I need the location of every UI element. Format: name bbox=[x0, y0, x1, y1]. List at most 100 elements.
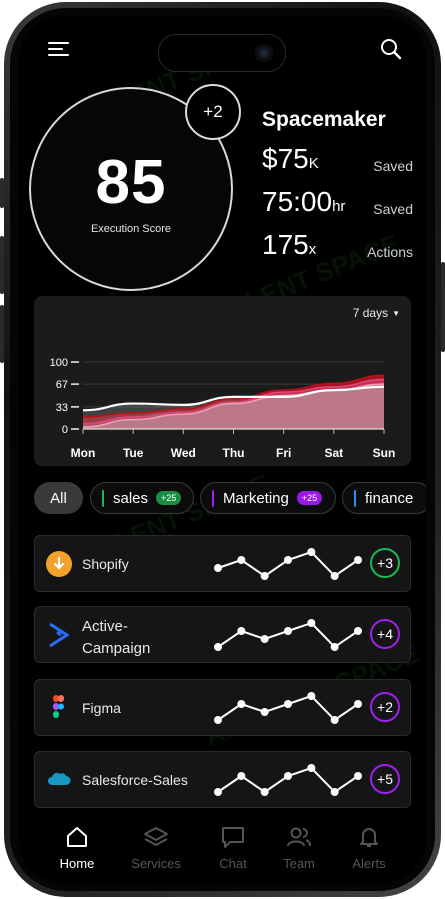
filter-chip-sales[interactable]: sales +25 bbox=[90, 482, 194, 514]
filter-chip-finance[interactable]: finance bbox=[342, 482, 426, 514]
tab-services[interactable]: Services bbox=[126, 824, 186, 871]
sparkline-point bbox=[330, 572, 339, 580]
integration-row-figma[interactable]: Figma +2 bbox=[34, 679, 411, 736]
metric-unit: hr bbox=[332, 198, 346, 215]
sparkline-point bbox=[260, 572, 269, 580]
metric-value: 75:00 bbox=[262, 186, 333, 217]
shopify-icon bbox=[46, 551, 72, 577]
execution-score-label: Execution Score bbox=[90, 223, 172, 235]
integration-name: Active- Campaign bbox=[82, 616, 150, 660]
chat-icon bbox=[222, 827, 244, 848]
sparkline-point bbox=[307, 764, 316, 772]
filter-chip-all[interactable]: All bbox=[34, 482, 83, 514]
metric-label: Actions bbox=[367, 244, 413, 260]
app-screen: AI TALENT SPACE AI TALENT SPACE AI TALEN… bbox=[19, 16, 426, 883]
sparkline-point bbox=[214, 643, 222, 651]
tab-chat[interactable]: Chat bbox=[203, 824, 263, 871]
integration-count-badge: +3 bbox=[370, 548, 400, 578]
sparkline-point bbox=[330, 716, 339, 724]
x-tick-label: Fri bbox=[276, 446, 291, 460]
power-button bbox=[441, 262, 445, 352]
integration-row-activecampaign[interactable]: Active- Campaign +4 bbox=[34, 606, 411, 663]
hamburger-menu-icon[interactable] bbox=[43, 34, 73, 64]
x-tick-label: Tue bbox=[123, 446, 144, 460]
sparkline-point bbox=[237, 700, 246, 708]
team-icon bbox=[287, 827, 311, 847]
sparkline-point bbox=[307, 692, 316, 700]
score-delta-badge: +2 bbox=[185, 84, 241, 140]
bottom-tab-bar: Home Services Chat Team Alerts bbox=[19, 816, 426, 883]
sparkline-point bbox=[330, 643, 339, 651]
layers-icon bbox=[144, 827, 168, 847]
sparkline-point bbox=[354, 700, 362, 708]
tab-label: Services bbox=[131, 856, 181, 871]
sparkline-point bbox=[354, 556, 362, 564]
sparkline-point bbox=[330, 788, 339, 796]
integration-row-shopify[interactable]: Shopify +3 bbox=[34, 535, 411, 592]
front-camera bbox=[255, 44, 273, 62]
chip-color-bar bbox=[212, 489, 214, 507]
sparkline-point bbox=[237, 556, 246, 564]
x-tick-label: Thu bbox=[223, 446, 245, 460]
brand-name: Spacemaker bbox=[262, 108, 386, 131]
integration-count-badge: +5 bbox=[370, 764, 400, 794]
sparkline-point bbox=[214, 716, 222, 724]
sparkline-point bbox=[307, 548, 316, 556]
chip-color-bar bbox=[354, 489, 356, 507]
filter-chip-label: sales bbox=[113, 489, 149, 507]
integration-name-line2: Campaign bbox=[82, 640, 151, 657]
filter-chip-count: +25 bbox=[296, 491, 323, 505]
filter-chip-label: All bbox=[50, 489, 67, 507]
integration-count-badge: +4 bbox=[370, 619, 400, 649]
activity-chart-card: 7 days ▼ 100 67 33 0 Mon Tue Wed Thu Fri Sat Sun bbox=[34, 296, 411, 466]
silent-switch bbox=[0, 178, 4, 208]
x-tick-label: Wed bbox=[171, 446, 196, 460]
metric-actions: 175x bbox=[262, 229, 316, 261]
integration-row-salesforce[interactable]: Salesforce-Sales +5 bbox=[34, 751, 411, 808]
sparkline-point bbox=[214, 564, 222, 572]
integration-name: Salesforce-Sales bbox=[82, 772, 188, 788]
search-icon[interactable] bbox=[376, 34, 406, 64]
trend-sparkline bbox=[214, 764, 362, 796]
activecampaign-icon bbox=[49, 622, 70, 648]
tab-label: Alerts bbox=[352, 856, 386, 871]
integration-count-badge: +2 bbox=[370, 692, 400, 722]
trend-sparkline bbox=[214, 548, 362, 580]
filter-chip-label: Marketing bbox=[223, 489, 289, 507]
trend-sparkline bbox=[214, 619, 362, 651]
y-tick-label: 100 bbox=[50, 357, 68, 369]
y-tick-label: 67 bbox=[56, 379, 68, 391]
figma-icon bbox=[53, 695, 64, 718]
tab-home[interactable]: Home bbox=[47, 824, 107, 871]
dynamic-island bbox=[158, 34, 286, 72]
sparkline-point bbox=[307, 619, 316, 627]
trend-sparkline bbox=[214, 692, 362, 724]
metric-unit: x bbox=[308, 241, 317, 258]
metric-value: $75 bbox=[262, 143, 309, 174]
sparkline-point bbox=[260, 708, 269, 716]
tab-alerts[interactable]: Alerts bbox=[339, 824, 399, 871]
sparkline-point bbox=[284, 772, 292, 780]
y-tick-label: 0 bbox=[62, 424, 68, 436]
volume-down-button bbox=[0, 305, 4, 363]
tab-label: Team bbox=[283, 856, 315, 871]
filter-chip-count: +25 bbox=[156, 491, 182, 505]
y-tick-label: 33 bbox=[56, 402, 68, 414]
series-area bbox=[83, 386, 384, 429]
x-tick-label: Mon bbox=[71, 446, 96, 460]
integration-name: Shopify bbox=[82, 556, 129, 572]
metric-savings: $75K bbox=[262, 143, 319, 175]
sparkline-point bbox=[354, 772, 362, 780]
filter-chip-marketing[interactable]: Marketing +25 bbox=[200, 482, 336, 514]
sparkline-point bbox=[284, 556, 292, 564]
metric-label: Saved bbox=[373, 158, 413, 174]
chip-color-bar bbox=[102, 489, 104, 507]
sparkline-point bbox=[284, 700, 292, 708]
bell-icon bbox=[360, 828, 378, 847]
execution-score-value: 85 bbox=[95, 148, 167, 217]
integration-name-line1: Active- bbox=[82, 618, 128, 635]
tab-team[interactable]: Team bbox=[269, 824, 329, 871]
sparkline-point bbox=[237, 627, 246, 635]
sparkline-point bbox=[284, 627, 292, 635]
metric-unit: K bbox=[308, 155, 319, 172]
